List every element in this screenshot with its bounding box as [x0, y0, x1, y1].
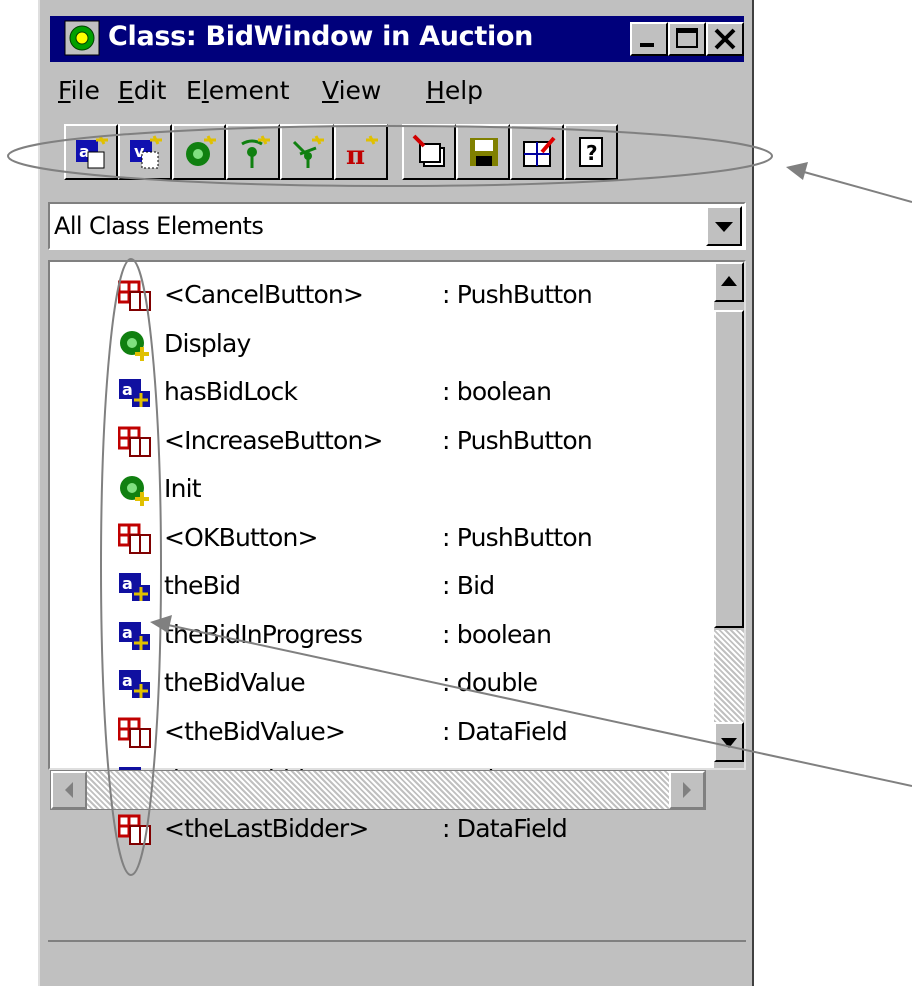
element-name: <theLastBidder>: [164, 813, 369, 843]
close-button[interactable]: [706, 22, 744, 56]
menu-bar: File Edit Element View Help: [50, 66, 744, 116]
new-method-button[interactable]: [172, 124, 226, 180]
import-button[interactable]: [402, 124, 456, 180]
element-type: : DataField: [442, 813, 568, 843]
new-constant-button[interactable]: π: [334, 124, 388, 180]
object-icon: [117, 717, 152, 749]
vertical-scrollbar[interactable]: [714, 262, 744, 768]
menu-help[interactable]: Help: [426, 76, 483, 105]
element-name: <OKButton>: [164, 522, 319, 552]
properties-button[interactable]: ?: [564, 124, 618, 180]
new-attribute-button[interactable]: a: [64, 124, 118, 180]
toolbar-callout-line: [803, 171, 912, 203]
close-icon: [714, 28, 736, 50]
edit-layout-icon: [523, 136, 556, 167]
attribute-icon: a: [118, 571, 152, 603]
new-attribute-icon: a: [76, 135, 108, 169]
maximize-icon: [676, 28, 698, 48]
svg-text:a: a: [122, 380, 133, 399]
minimize-button[interactable]: [630, 22, 668, 56]
scroll-down-button[interactable]: [714, 722, 744, 762]
method-icon: [118, 329, 152, 361]
class-elements-list: <CancelButton> : PushButton Display a hasBid…: [48, 260, 746, 845]
element-type: : PushButton: [442, 280, 593, 309]
minimize-icon: [640, 43, 654, 47]
object-icon: [117, 523, 152, 555]
menu-edit[interactable]: Edit: [118, 76, 166, 105]
element-type: : PushButton: [442, 522, 593, 552]
title-bar[interactable]: Class: BidWindow in Auction: [50, 16, 744, 62]
attribute-icon: a: [118, 377, 152, 409]
attribute-icon: a: [118, 620, 152, 652]
element-type: : double: [442, 668, 538, 697]
status-bar: [48, 940, 746, 982]
svg-text:a: a: [122, 574, 133, 593]
maximize-button[interactable]: [668, 22, 706, 56]
new-event-icon: [241, 135, 270, 168]
element-type: : Bid: [442, 571, 495, 600]
svg-text:a: a: [122, 623, 133, 642]
scroll-thumb[interactable]: [714, 310, 744, 628]
element-name: theBid: [164, 571, 241, 600]
new-method-icon: [186, 135, 216, 166]
edit-layout-button[interactable]: [510, 124, 564, 180]
arrow-right-icon: [683, 782, 691, 798]
scroll-left-button[interactable]: [51, 771, 87, 809]
element-name: hasBidLock: [164, 377, 298, 406]
save-icon: [470, 138, 498, 166]
element-name: <IncreaseButton>: [164, 425, 383, 455]
object-icon: [117, 280, 152, 312]
element-name: Display: [164, 328, 251, 358]
attribute-icon: a: [118, 668, 152, 700]
scroll-up-button[interactable]: [714, 262, 744, 302]
element-name: Init: [164, 474, 202, 503]
import-icon: [412, 134, 445, 167]
element-name: theBidValue: [164, 668, 306, 697]
chevron-down-icon: [715, 222, 733, 232]
horizontal-scrollbar[interactable]: [50, 770, 706, 810]
app-icon: [64, 20, 100, 56]
element-filter-dropdown[interactable]: All Class Elements: [48, 202, 746, 250]
new-constant-icon: π: [346, 135, 378, 170]
arrow-left-icon: [65, 782, 73, 798]
element-name: <CancelButton>: [164, 280, 364, 309]
scroll-track[interactable]: [714, 630, 744, 722]
menu-file[interactable]: File: [58, 76, 100, 105]
properties-icon: ?: [579, 137, 603, 167]
class-window: Class: BidWindow in Auction File Edit El…: [38, 0, 754, 986]
window-title: Class: BidWindow in Auction: [108, 21, 534, 52]
element-type: : DataField: [442, 716, 568, 746]
new-event-handler-icon: [292, 135, 324, 168]
toolbar-callout-arrowhead: [786, 162, 808, 180]
svg-text:π: π: [346, 141, 365, 170]
new-variable-button[interactable]: v: [118, 124, 172, 180]
method-icon: [118, 474, 152, 506]
element-name: <theBidValue>: [164, 716, 346, 746]
new-event-handler-button[interactable]: [280, 124, 334, 180]
element-type: : boolean: [442, 619, 552, 649]
object-icon: [117, 814, 152, 846]
menu-view[interactable]: View: [322, 76, 381, 105]
menu-element[interactable]: Element: [186, 76, 290, 105]
new-event-button[interactable]: [226, 124, 280, 180]
object-icon: [117, 426, 152, 458]
save-button[interactable]: [456, 124, 510, 180]
svg-text:?: ?: [586, 141, 598, 165]
scroll-right-button[interactable]: [669, 771, 705, 809]
arrow-up-icon: [721, 276, 737, 286]
filter-selected-value: All Class Elements: [54, 212, 264, 240]
element-type: : PushButton: [442, 425, 593, 455]
toolbar: a v π ?: [50, 122, 744, 186]
element-name: theBidInProgress: [164, 619, 363, 649]
new-variable-icon: v: [130, 135, 162, 169]
arrow-down-icon: [721, 738, 737, 748]
dropdown-button[interactable]: [706, 206, 742, 246]
svg-text:a: a: [122, 671, 133, 690]
element-type: : boolean: [442, 377, 552, 406]
